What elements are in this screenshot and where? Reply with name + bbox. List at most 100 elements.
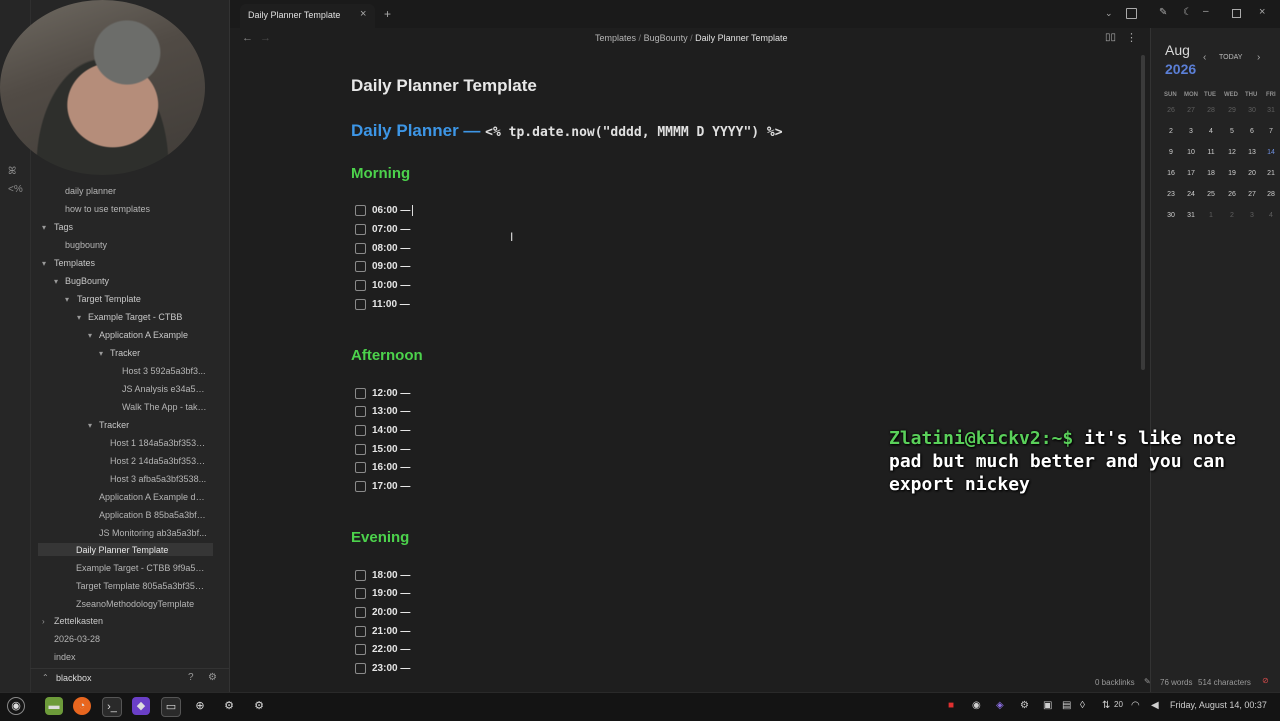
calendar-day[interactable]: 28 [1263, 191, 1279, 198]
start-menu-icon[interactable]: ◉ [7, 697, 25, 715]
tree-file-zseano-methodology[interactable]: ZseanoMethodologyTemplate [76, 599, 207, 609]
tab-daily-planner-template[interactable]: Daily Planner Template × [240, 4, 375, 28]
calendar-day[interactable]: 5 [1224, 128, 1240, 135]
sync-status-icon[interactable]: ⊘ [1262, 676, 1269, 685]
calendar-day[interactable]: 6 [1244, 128, 1260, 135]
calendar-day[interactable]: 3 [1244, 212, 1260, 219]
task-checkbox[interactable] [355, 205, 366, 216]
section-afternoon-heading[interactable]: Afternoon [351, 347, 423, 364]
calendar-day[interactable]: 30 [1244, 107, 1260, 114]
task-item[interactable]: 23:00 — [355, 663, 410, 679]
shield-icon[interactable]: ◊ [1080, 700, 1085, 711]
chevron-down-icon[interactable]: ▾ [99, 349, 103, 358]
note-title[interactable]: Daily Planner Template [351, 76, 537, 96]
task-checkbox[interactable] [355, 481, 366, 492]
tree-folder-application-a[interactable]: Application A Example [99, 330, 219, 340]
task-item[interactable]: 10:00 — [355, 280, 410, 296]
tray-app-icon[interactable]: ◈ [996, 700, 1004, 711]
calendar-day[interactable]: 20 [1244, 170, 1260, 177]
task-checkbox[interactable] [355, 425, 366, 436]
section-morning-heading[interactable]: Morning [351, 165, 410, 182]
task-item[interactable]: 07:00 — [355, 224, 410, 240]
chevron-down-icon[interactable]: ▾ [54, 277, 58, 286]
task-item[interactable]: 15:00 — [355, 444, 410, 460]
tab-list-chevron-icon[interactable]: ⌄ [1105, 8, 1113, 19]
task-item[interactable]: 16:00 — [355, 462, 410, 478]
calendar-day[interactable]: 29 [1224, 107, 1240, 114]
toggle-sidebar-icon[interactable] [1126, 8, 1137, 19]
task-item[interactable]: 11:00 — [355, 299, 410, 315]
calendar-day[interactable]: 31 [1183, 212, 1199, 219]
tree-folder-tracker-2[interactable]: Tracker [99, 420, 199, 430]
task-item[interactable]: 21:00 — [355, 626, 410, 642]
task-item[interactable]: 22:00 — [355, 644, 410, 660]
task-checkbox[interactable] [355, 570, 366, 581]
next-month-chevron-icon[interactable]: › [1257, 52, 1260, 63]
chevron-down-icon[interactable]: ▾ [88, 421, 92, 430]
calendar-day[interactable]: 13 [1244, 149, 1260, 156]
task-item[interactable]: 19:00 — [355, 588, 410, 604]
tree-file-application-b[interactable]: Application B 85ba5a3bf3... [99, 510, 207, 520]
calendar-day[interactable]: 2 [1163, 128, 1179, 135]
breadcrumb-current[interactable]: Daily Planner Template [695, 33, 787, 43]
tree-file-host-3[interactable]: Host 3 592a5a3bf3... [122, 366, 207, 376]
chevron-down-icon[interactable]: ▾ [77, 313, 81, 322]
browser-icon[interactable]: ⊕ [191, 697, 209, 715]
templater-icon[interactable]: <% [8, 184, 23, 195]
calendar-day[interactable]: 30 [1163, 212, 1179, 219]
task-item[interactable]: 14:00 — [355, 425, 410, 441]
task-checkbox[interactable] [355, 462, 366, 473]
firefox-icon[interactable]: ◔ [73, 697, 91, 715]
record-indicator-icon[interactable]: ■ [948, 700, 954, 711]
calendar-day[interactable]: 27 [1183, 107, 1199, 114]
calendar-day[interactable]: 16 [1163, 170, 1179, 177]
task-item[interactable]: 08:00 — [355, 243, 410, 259]
chevron-down-icon[interactable]: ▾ [42, 223, 46, 232]
settings-gear-icon[interactable]: ⚙ [208, 672, 217, 683]
tree-file-bugbounty[interactable]: bugbounty [65, 240, 215, 250]
calendar-day[interactable]: 28 [1203, 107, 1219, 114]
task-checkbox[interactable] [355, 243, 366, 254]
calendar-day[interactable]: 17 [1183, 170, 1199, 177]
chevron-down-icon[interactable]: ▾ [65, 295, 69, 304]
task-checkbox[interactable] [355, 280, 366, 291]
tree-file-daily-planner[interactable]: daily planner [65, 186, 215, 196]
task-item[interactable]: 13:00 — [355, 406, 410, 422]
tree-folder-zettelkasten[interactable]: Zettelkasten [54, 616, 204, 626]
chevron-right-icon[interactable]: › [42, 617, 45, 626]
tree-folder-templates[interactable]: Templates [54, 258, 204, 268]
graph-icon[interactable]: ꕤ [8, 166, 16, 177]
file-manager-icon[interactable]: ▬ [45, 697, 63, 715]
tree-file-how-to-use-templates[interactable]: how to use templates [65, 204, 215, 214]
calendar-day[interactable]: 11 [1203, 149, 1219, 156]
chevron-down-icon[interactable]: ▾ [42, 259, 46, 268]
maximize-icon[interactable] [1232, 9, 1241, 18]
tree-file-host-3b[interactable]: Host 3 afba5a3bf3538... [110, 474, 207, 484]
breadcrumb-bugbounty[interactable]: BugBounty [644, 33, 688, 43]
wifi-icon[interactable]: ◠ [1131, 700, 1140, 711]
tree-folder-tags[interactable]: Tags [54, 222, 204, 232]
calendar-day[interactable]: 18 [1203, 170, 1219, 177]
calendar-day[interactable]: 2 [1224, 212, 1240, 219]
settings-gear-icon[interactable]: ⚙ [250, 697, 268, 715]
calendar-day[interactable]: 4 [1203, 128, 1219, 135]
forward-arrow-icon[interactable]: → [260, 32, 271, 44]
calendar-day[interactable]: 1 [1203, 212, 1219, 219]
more-options-icon[interactable]: ⋮ [1126, 31, 1137, 44]
task-checkbox[interactable] [355, 663, 366, 674]
calendar-day[interactable]: 24 [1183, 191, 1199, 198]
help-icon[interactable]: ? [188, 672, 194, 683]
section-evening-heading[interactable]: Evening [351, 529, 409, 546]
calendar-day[interactable]: 25 [1203, 191, 1219, 198]
tree-folder-tracker[interactable]: Tracker [110, 348, 210, 358]
tree-file-index[interactable]: index [54, 652, 204, 662]
volume-icon[interactable]: ◀ [1151, 700, 1159, 711]
task-item[interactable]: 18:00 — [355, 570, 410, 586]
tree-file-example-target-ctbb[interactable]: Example Target - CTBB 9f9a5a... [76, 563, 207, 573]
pencil-icon[interactable]: ✎ [1159, 7, 1167, 18]
task-item[interactable]: 20:00 — [355, 607, 410, 623]
task-item[interactable]: 17:00 — [355, 481, 410, 497]
new-tab-plus-icon[interactable]: + [384, 7, 391, 21]
today-button[interactable]: TODAY [1219, 54, 1242, 61]
task-item[interactable]: 12:00 — [355, 388, 410, 404]
